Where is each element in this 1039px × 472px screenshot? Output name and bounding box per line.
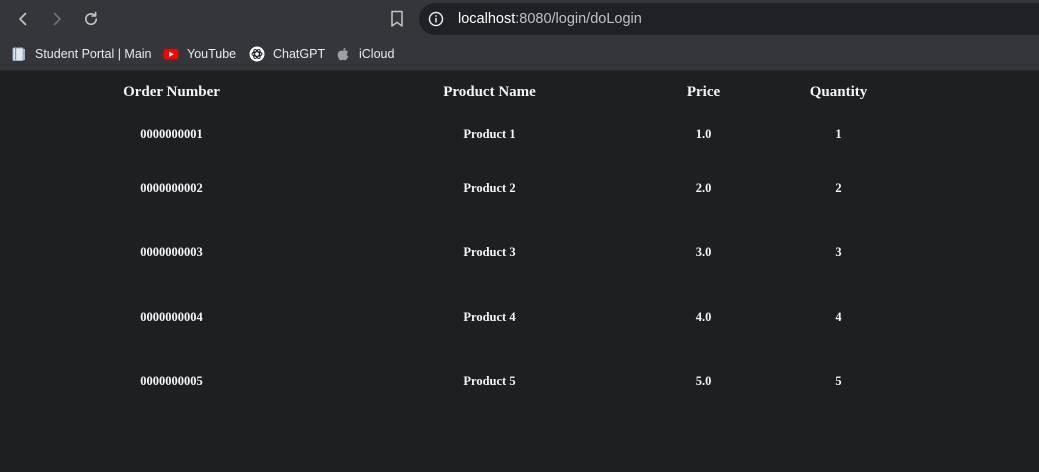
bookmarks-bar: Student Portal | Main YouTube ChatGPT iC… [0,38,1039,71]
cell-product-name: Product 3 [463,245,516,260]
bookmark-youtube[interactable]: YouTube [163,44,236,64]
cell-product-name: Product 5 [463,374,516,389]
reload-button[interactable] [79,7,103,31]
header-quantity: Quantity [809,83,868,100]
cell-quantity: 4 [835,309,842,324]
cell-product-name: Product 2 [463,180,516,195]
cell-empty [906,350,1039,415]
table-row: 0000000003 Product 3 3.0 3 [0,221,1039,286]
url-path: :8080/login/doLogin [515,11,642,27]
header-empty [906,71,1039,113]
bookmark-icon [391,10,403,27]
forward-button[interactable] [45,7,69,31]
info-icon [428,11,444,27]
cell-empty [906,221,1039,286]
apple-icon [335,46,351,62]
chatgpt-icon [249,46,265,62]
book-icon [11,46,27,62]
bookmark-label: Student Portal | Main [35,47,152,61]
bookmark-page-button[interactable] [386,7,408,31]
cell-empty [906,113,1039,156]
cell-empty [906,285,1039,350]
site-info-button[interactable] [427,10,445,28]
cell-order-number: 0000000002 [140,180,203,195]
cell-price: 4.0 [695,309,712,324]
cell-price: 2.0 [695,180,712,195]
cell-quantity: 1 [835,127,842,141]
table-header-row: Order Number Product Name Price Quantity [0,71,1039,113]
bookmark-chatgpt[interactable]: ChatGPT [249,44,325,64]
table-row: 0000000002 Product 2 2.0 2 [0,156,1039,221]
cell-price: 5.0 [695,374,712,389]
cell-quantity: 5 [835,374,842,389]
bookmark-student-portal[interactable]: Student Portal | Main [11,44,152,64]
cell-order-number: 0000000004 [140,309,203,324]
reload-icon [85,11,98,26]
page-content: Order Number Product Name Price Quantity… [0,71,1039,472]
bookmark-icloud[interactable]: iCloud [335,44,394,64]
address-bar[interactable]: localhost:8080/login/doLogin [419,3,1039,35]
header-product-name: Product Name [443,83,536,100]
cell-price: 1.0 [695,127,712,141]
orders-table: Order Number Product Name Price Quantity… [0,71,1039,414]
cell-product-name: Product 1 [463,127,516,141]
cell-order-number: 0000000003 [140,245,203,260]
header-order-number: Order Number [123,83,220,100]
back-button[interactable] [11,7,35,31]
cell-empty [906,156,1039,221]
cell-product-name: Product 4 [463,309,516,324]
url-text[interactable]: localhost:8080/login/doLogin [458,10,642,28]
cell-order-number: 0000000005 [140,374,203,389]
cell-quantity: 3 [835,245,842,260]
browser-toolbar: localhost:8080/login/doLogin [0,0,1039,38]
table-row: 0000000001 Product 1 1.0 1 [0,113,1039,156]
header-price: Price [686,83,721,100]
youtube-icon [163,46,179,62]
url-host: localhost [458,11,516,27]
back-arrow-icon [19,12,27,26]
cell-order-number: 0000000001 [140,127,203,141]
cell-price: 3.0 [695,245,712,260]
bookmark-label: ChatGPT [273,47,326,61]
table-row: 0000000005 Product 5 5.0 5 [0,350,1039,415]
table-row: 0000000004 Product 4 4.0 4 [0,285,1039,350]
bookmark-label: iCloud [359,47,395,61]
forward-arrow-icon [53,12,61,26]
cell-quantity: 2 [835,180,842,195]
bookmark-label: YouTube [187,47,237,61]
